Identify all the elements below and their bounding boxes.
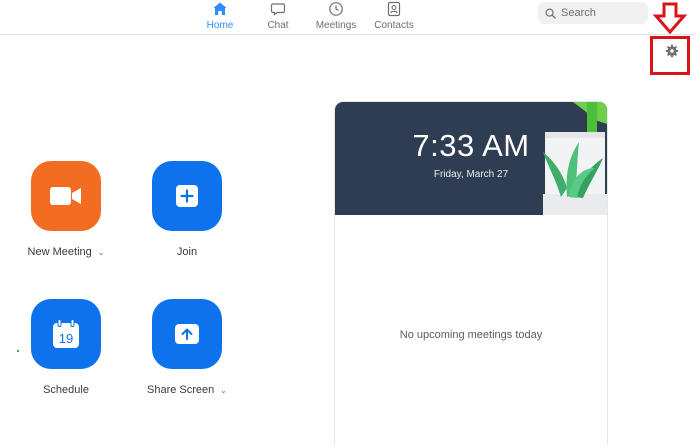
chat-bubble-icon [270, 3, 286, 16]
schedule-action: 19 Schedule [11, 299, 121, 396]
join-action: Join [132, 161, 242, 258]
video-camera-icon [50, 187, 81, 205]
upcoming-meetings-card: 7:33 AM Friday, March 27 No upcoming mee… [334, 101, 608, 445]
new-meeting-action: New Meeting ⌄ [11, 161, 121, 258]
contact-card-icon [387, 1, 401, 17]
schedule-button[interactable]: 19 [31, 299, 101, 369]
calendar-day-text: 19 [59, 331, 73, 346]
chevron-down-icon[interactable]: ⌄ [98, 248, 105, 257]
tab-meetings[interactable]: Meetings [306, 0, 366, 34]
top-nav-bar: Home Chat Meetings Contacts [0, 0, 694, 35]
tab-chat[interactable]: Chat [248, 0, 308, 34]
join-label: Join [176, 246, 198, 258]
decorative-dot [17, 350, 19, 352]
calendar-icon: 19 [53, 319, 79, 348]
chevron-down-icon[interactable]: ⌄ [220, 386, 227, 395]
share-screen-label: Share Screen [147, 384, 215, 396]
search-icon [545, 8, 556, 19]
tab-chat-label: Chat [267, 20, 289, 31]
tab-meetings-label: Meetings [315, 20, 357, 31]
gear-icon[interactable] [664, 43, 680, 59]
new-meeting-label: New Meeting [27, 246, 92, 258]
plus-icon [176, 185, 198, 207]
annotation-down-arrow-icon [653, 2, 687, 34]
join-button[interactable] [152, 161, 222, 231]
tab-home[interactable]: Home [190, 0, 250, 34]
share-up-arrow-icon [175, 324, 199, 344]
search-input[interactable] [561, 7, 647, 19]
clock-date: Friday, March 27 [433, 169, 509, 180]
schedule-label: Schedule [43, 384, 89, 396]
clock-banner: 7:33 AM Friday, March 27 [335, 102, 607, 215]
search-bar[interactable] [538, 2, 648, 24]
no-meetings-message: No upcoming meetings today [399, 329, 543, 341]
tab-home-label: Home [206, 20, 234, 31]
home-icon [213, 2, 227, 15]
share-screen-button[interactable] [152, 299, 222, 369]
share-screen-action: Share Screen ⌄ [132, 299, 242, 396]
tab-contacts-label: Contacts [374, 20, 414, 31]
clock-time: 7:33 AM [412, 128, 530, 163]
tab-contacts[interactable]: Contacts [364, 0, 424, 34]
clock-icon [329, 2, 343, 16]
new-meeting-button[interactable] [31, 161, 101, 231]
